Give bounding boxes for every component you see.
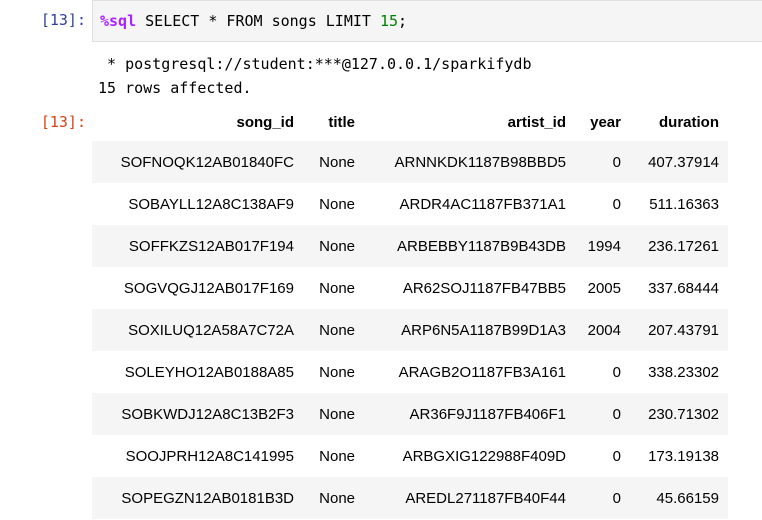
title-cell: None bbox=[303, 225, 364, 267]
sql-terminator: ; bbox=[398, 12, 408, 30]
table-row: SOXILUQ12A58A7C72A None ARP6N5A1187B99D1A3… bbox=[92, 309, 728, 351]
artist-id-cell: AR62SOJ1187FB47BB5 bbox=[402, 279, 566, 297]
song-id-cell: SOBAYLL12A8C138AF9 bbox=[128, 195, 294, 213]
song-id-cell: SOLEYHO12AB0188A85 bbox=[124, 363, 294, 381]
year-cell: 0 bbox=[612, 447, 621, 465]
cell-stdout: * postgresql://student:***@127.0.0.1/spa… bbox=[98, 52, 531, 100]
duration-cell: 511.16363 bbox=[649, 195, 719, 213]
duration-cell: 45.66159 bbox=[630, 477, 728, 519]
year-cell: 0 bbox=[575, 477, 630, 519]
duration-cell: 230.71302 bbox=[630, 393, 728, 435]
table-body: SOFNOQK12AB01840FC None ARNNKDK1187B98BBD5… bbox=[92, 141, 728, 519]
duration-cell: 338.23302 bbox=[648, 363, 719, 381]
artist-id-cell: ARBGXIG122988F409D bbox=[402, 447, 566, 465]
year-cell: 0 bbox=[575, 393, 630, 435]
column-header-artist-id: artist_id bbox=[507, 113, 566, 131]
year-cell: 0 bbox=[612, 195, 621, 213]
result-table: song_id title artist_id year duration SO… bbox=[92, 103, 728, 519]
year-cell: 0 bbox=[612, 363, 621, 381]
table-row: SOBKWDJ12A8C13B2F3 None AR36F9J1187FB406F1… bbox=[92, 393, 728, 435]
artist-id-cell: ARBEBBY1187B9B43DB bbox=[364, 225, 575, 267]
song-id-cell: SOPEGZN12AB0181B3D bbox=[92, 477, 303, 519]
sql-magic: %sql bbox=[100, 12, 137, 30]
song-id-cell: SOGVQGJ12AB017F169 bbox=[123, 279, 294, 297]
artist-id-cell: ARDR4AC1187FB371A1 bbox=[399, 195, 566, 213]
rows-affected: 15 rows affected. bbox=[98, 79, 252, 97]
year-cell: 2004 bbox=[575, 309, 630, 351]
song-id-cell: SOFNOQK12AB01840FC bbox=[92, 141, 303, 183]
table-row: SOOJPRH12A8C141995 None ARBGXIG122988F409D… bbox=[92, 435, 728, 477]
duration-cell: 337.68444 bbox=[648, 279, 719, 297]
title-cell: None bbox=[303, 309, 364, 351]
sql-query-text: SELECT * FROM songs LIMIT bbox=[136, 12, 380, 30]
table-row: SOGVQGJ12AB017F169 None AR62SOJ1187FB47BB5… bbox=[92, 267, 728, 309]
output-prompt: [13]: bbox=[40, 113, 86, 131]
title-cell: None bbox=[303, 141, 364, 183]
duration-cell: 207.43791 bbox=[630, 309, 728, 351]
song-id-cell: SOBKWDJ12A8C13B2F3 bbox=[92, 393, 303, 435]
column-header-title: title bbox=[328, 113, 355, 131]
year-cell: 0 bbox=[575, 141, 630, 183]
duration-cell: 407.37914 bbox=[630, 141, 728, 183]
input-prompt: [13]: bbox=[40, 11, 86, 29]
title-cell: None bbox=[303, 477, 364, 519]
title-cell: None bbox=[319, 363, 355, 381]
table-row: SOFNOQK12AB01840FC None ARNNKDK1187B98BBD5… bbox=[92, 141, 728, 183]
title-cell: None bbox=[303, 393, 364, 435]
title-cell: None bbox=[319, 279, 355, 297]
table-header-row: song_id title artist_id year duration bbox=[92, 103, 728, 141]
artist-id-cell: ARNNKDK1187B98BBD5 bbox=[364, 141, 575, 183]
year-cell: 2005 bbox=[587, 279, 621, 297]
artist-id-cell: ARP6N5A1187B99D1A3 bbox=[364, 309, 575, 351]
column-header-year: year bbox=[590, 113, 621, 131]
sql-limit-number: 15 bbox=[379, 12, 399, 30]
column-header-song-id: song_id bbox=[236, 113, 294, 131]
table-row: SOFFKZS12AB017F194 None ARBEBBY1187B9B43DB… bbox=[92, 225, 728, 267]
artist-id-cell: AR36F9J1187FB406F1 bbox=[364, 393, 575, 435]
connection-string: * postgresql://student:***@127.0.0.1/spa… bbox=[98, 55, 532, 73]
title-cell: None bbox=[319, 195, 355, 213]
table-row: SOBAYLL12A8C138AF9 None ARDR4AC1187FB371A1… bbox=[92, 183, 728, 225]
artist-id-cell: AREDL271187FB40F44 bbox=[364, 477, 575, 519]
column-header-duration: duration bbox=[659, 113, 719, 131]
duration-cell: 173.19138 bbox=[648, 447, 719, 465]
artist-id-cell: ARAGB2O1187FB3A161 bbox=[398, 363, 566, 381]
duration-cell: 236.17261 bbox=[630, 225, 728, 267]
song-id-cell: SOFFKZS12AB017F194 bbox=[92, 225, 303, 267]
table-row: SOLEYHO12AB0188A85 None ARAGB2O1187FB3A161… bbox=[92, 351, 728, 393]
song-id-cell: SOXILUQ12A58A7C72A bbox=[92, 309, 303, 351]
table-row: SOPEGZN12AB0181B3D None AREDL271187FB40F44… bbox=[92, 477, 728, 519]
song-id-cell: SOOJPRH12A8C141995 bbox=[125, 447, 294, 465]
code-cell-editor[interactable]: %sql SELECT * FROM songs LIMIT 15; bbox=[92, 0, 762, 42]
title-cell: None bbox=[319, 447, 355, 465]
year-cell: 1994 bbox=[575, 225, 630, 267]
